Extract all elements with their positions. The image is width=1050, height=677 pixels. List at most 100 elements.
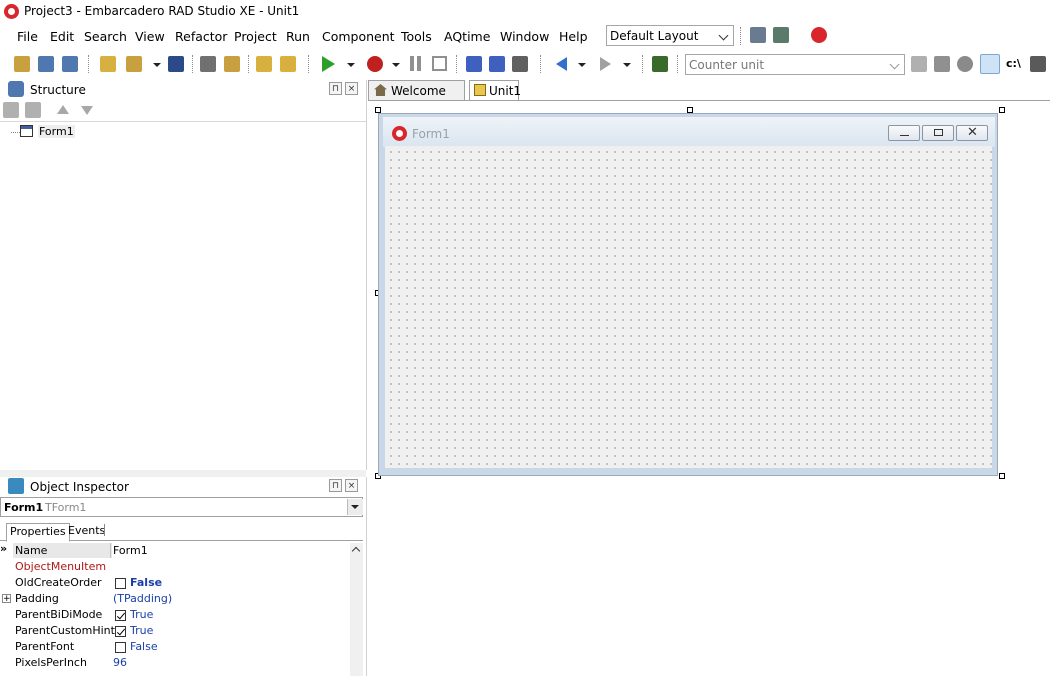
search-combo[interactable]: Counter unit [685, 54, 905, 75]
open-file-icon[interactable] [126, 56, 142, 72]
structure-icon [8, 81, 24, 97]
run-to-cursor-icon[interactable] [512, 56, 528, 72]
move-up-icon[interactable] [57, 105, 69, 114]
tab-welcome-page[interactable]: Welcome Page [368, 80, 465, 112]
forward-dropdown-arrow[interactable] [623, 63, 631, 67]
navigate-back-icon[interactable] [556, 57, 567, 71]
new-items-icon[interactable] [14, 56, 30, 72]
tree-item-form1[interactable]: Form1 [38, 125, 75, 138]
maximize-button[interactable] [922, 125, 954, 141]
property-row-parentcustomhint[interactable]: ParentCustomHint True [0, 623, 350, 639]
embarcadero-globe-icon[interactable] [811, 27, 827, 43]
tab-unit1[interactable]: Unit1 [469, 80, 521, 100]
step-over-icon[interactable] [489, 56, 505, 72]
menu-view[interactable]: View [135, 29, 165, 44]
doc-icon[interactable] [911, 56, 927, 72]
back-dropdown-arrow[interactable] [578, 63, 586, 67]
minimize-button[interactable] [888, 125, 920, 141]
property-row-objectmenuitem[interactable]: ObjectMenuItem [0, 559, 350, 575]
trace-into-icon[interactable] [466, 56, 482, 72]
debug-dropdown-arrow[interactable] [392, 63, 400, 67]
close-icon: ✕ [967, 125, 978, 140]
property-row-name[interactable]: Name Form1 [0, 543, 350, 559]
tab-properties[interactable]: Properties [6, 523, 70, 542]
save-all-icon[interactable] [62, 56, 78, 72]
new-file-icon[interactable] [100, 56, 116, 72]
help-book-icon[interactable] [652, 56, 668, 72]
terminal-icon[interactable] [1030, 56, 1046, 72]
property-row-pixelsperinch[interactable]: PixelsPerInch 96 [0, 655, 350, 671]
folder-icon[interactable] [3, 102, 19, 118]
menu-aqtime[interactable]: AQtime [444, 29, 490, 44]
command-prompt-icon[interactable]: c:\ [1006, 57, 1021, 70]
checkbox[interactable] [115, 626, 126, 637]
layout-combo[interactable]: Default Layout [606, 25, 734, 46]
structure-toolbar [0, 99, 366, 122]
property-row-parentbidimode[interactable]: ParentBiDiMode True [0, 607, 350, 623]
inspector-tabs: Properties Events [0, 522, 363, 542]
menu-edit[interactable]: Edit [50, 29, 74, 44]
run-dropdown-arrow[interactable] [347, 63, 355, 67]
open-project-icon[interactable] [38, 56, 54, 72]
gear-icon[interactable] [957, 56, 973, 72]
menu-bar: File Edit Search View Refactor Project R… [0, 24, 600, 48]
menu-component[interactable]: Component [322, 29, 395, 44]
pin-icon[interactable]: ⊓ [329, 479, 342, 492]
property-row-parentfont[interactable]: ParentFont False [0, 639, 350, 655]
tools-icon[interactable] [934, 56, 950, 72]
menu-window[interactable]: Window [500, 29, 549, 44]
scroll-up-icon[interactable] [351, 546, 361, 556]
form-logo-icon [392, 126, 407, 141]
property-row-oldcreateorder[interactable]: OldCreateOrder False [0, 575, 350, 591]
pause-icon[interactable] [410, 56, 414, 71]
move-down-icon[interactable] [81, 106, 93, 115]
open-dropdown-arrow[interactable] [153, 63, 161, 67]
structure-title: Structure [30, 83, 86, 97]
resize-handle[interactable] [999, 107, 1005, 113]
menu-help[interactable]: Help [559, 29, 588, 44]
checkbox[interactable] [115, 642, 126, 653]
navigate-forward-icon[interactable] [600, 57, 611, 71]
property-row-padding[interactable]: + Padding (TPadding) [0, 591, 350, 607]
run-icon[interactable] [322, 56, 335, 72]
tab-events[interactable]: Events [68, 524, 105, 537]
menu-project[interactable]: Project [234, 29, 277, 44]
menu-run[interactable]: Run [286, 29, 310, 44]
toolbar-separator [740, 27, 742, 45]
form-client-area[interactable] [385, 146, 992, 468]
main-toolbar: Counter unit c:\ [0, 50, 1050, 78]
window-title: Project3 - Embarcadero RAD Studio XE - U… [24, 4, 300, 18]
close-button[interactable]: ✕ [956, 125, 988, 141]
view-form-icon[interactable] [224, 56, 240, 72]
structure-panel: Structure ⊓ × Form1 [0, 80, 367, 470]
remove-from-project-icon[interactable] [280, 56, 296, 72]
run-without-debug-icon[interactable] [367, 56, 383, 72]
property-grid-scrollbar[interactable] [350, 543, 363, 676]
panel-splitter[interactable] [0, 470, 366, 477]
menu-search[interactable]: Search [84, 29, 127, 44]
folder-open-icon[interactable] [25, 102, 41, 118]
view-unit-icon[interactable] [200, 56, 216, 72]
stop-icon[interactable] [432, 56, 447, 71]
add-to-project-icon[interactable] [256, 56, 272, 72]
component-test-icon[interactable] [980, 54, 1000, 74]
checkbox[interactable] [115, 610, 126, 621]
object-inspector-icon [8, 478, 24, 494]
checkbox[interactable] [115, 578, 126, 589]
menu-refactor[interactable]: Refactor [175, 29, 227, 44]
set-debug-desktop-icon[interactable] [773, 27, 789, 43]
save-icon[interactable] [168, 56, 184, 72]
expand-icon[interactable]: + [2, 594, 11, 604]
save-desktop-icon[interactable] [750, 27, 766, 43]
close-icon[interactable]: × [345, 479, 358, 492]
property-grid: » Name Form1 ObjectMenuItem OldCreateOrd… [0, 542, 350, 676]
chevron-down-icon [718, 30, 729, 41]
object-selector[interactable]: Form1 TForm1 [0, 497, 363, 517]
menu-file[interactable]: File [17, 29, 38, 44]
menu-tools[interactable]: Tools [401, 29, 432, 44]
resize-handle[interactable] [999, 473, 1005, 479]
home-icon [374, 84, 387, 96]
close-icon[interactable]: × [345, 82, 358, 95]
pin-icon[interactable]: ⊓ [329, 82, 342, 95]
object-selector-dropdown[interactable] [347, 499, 363, 515]
